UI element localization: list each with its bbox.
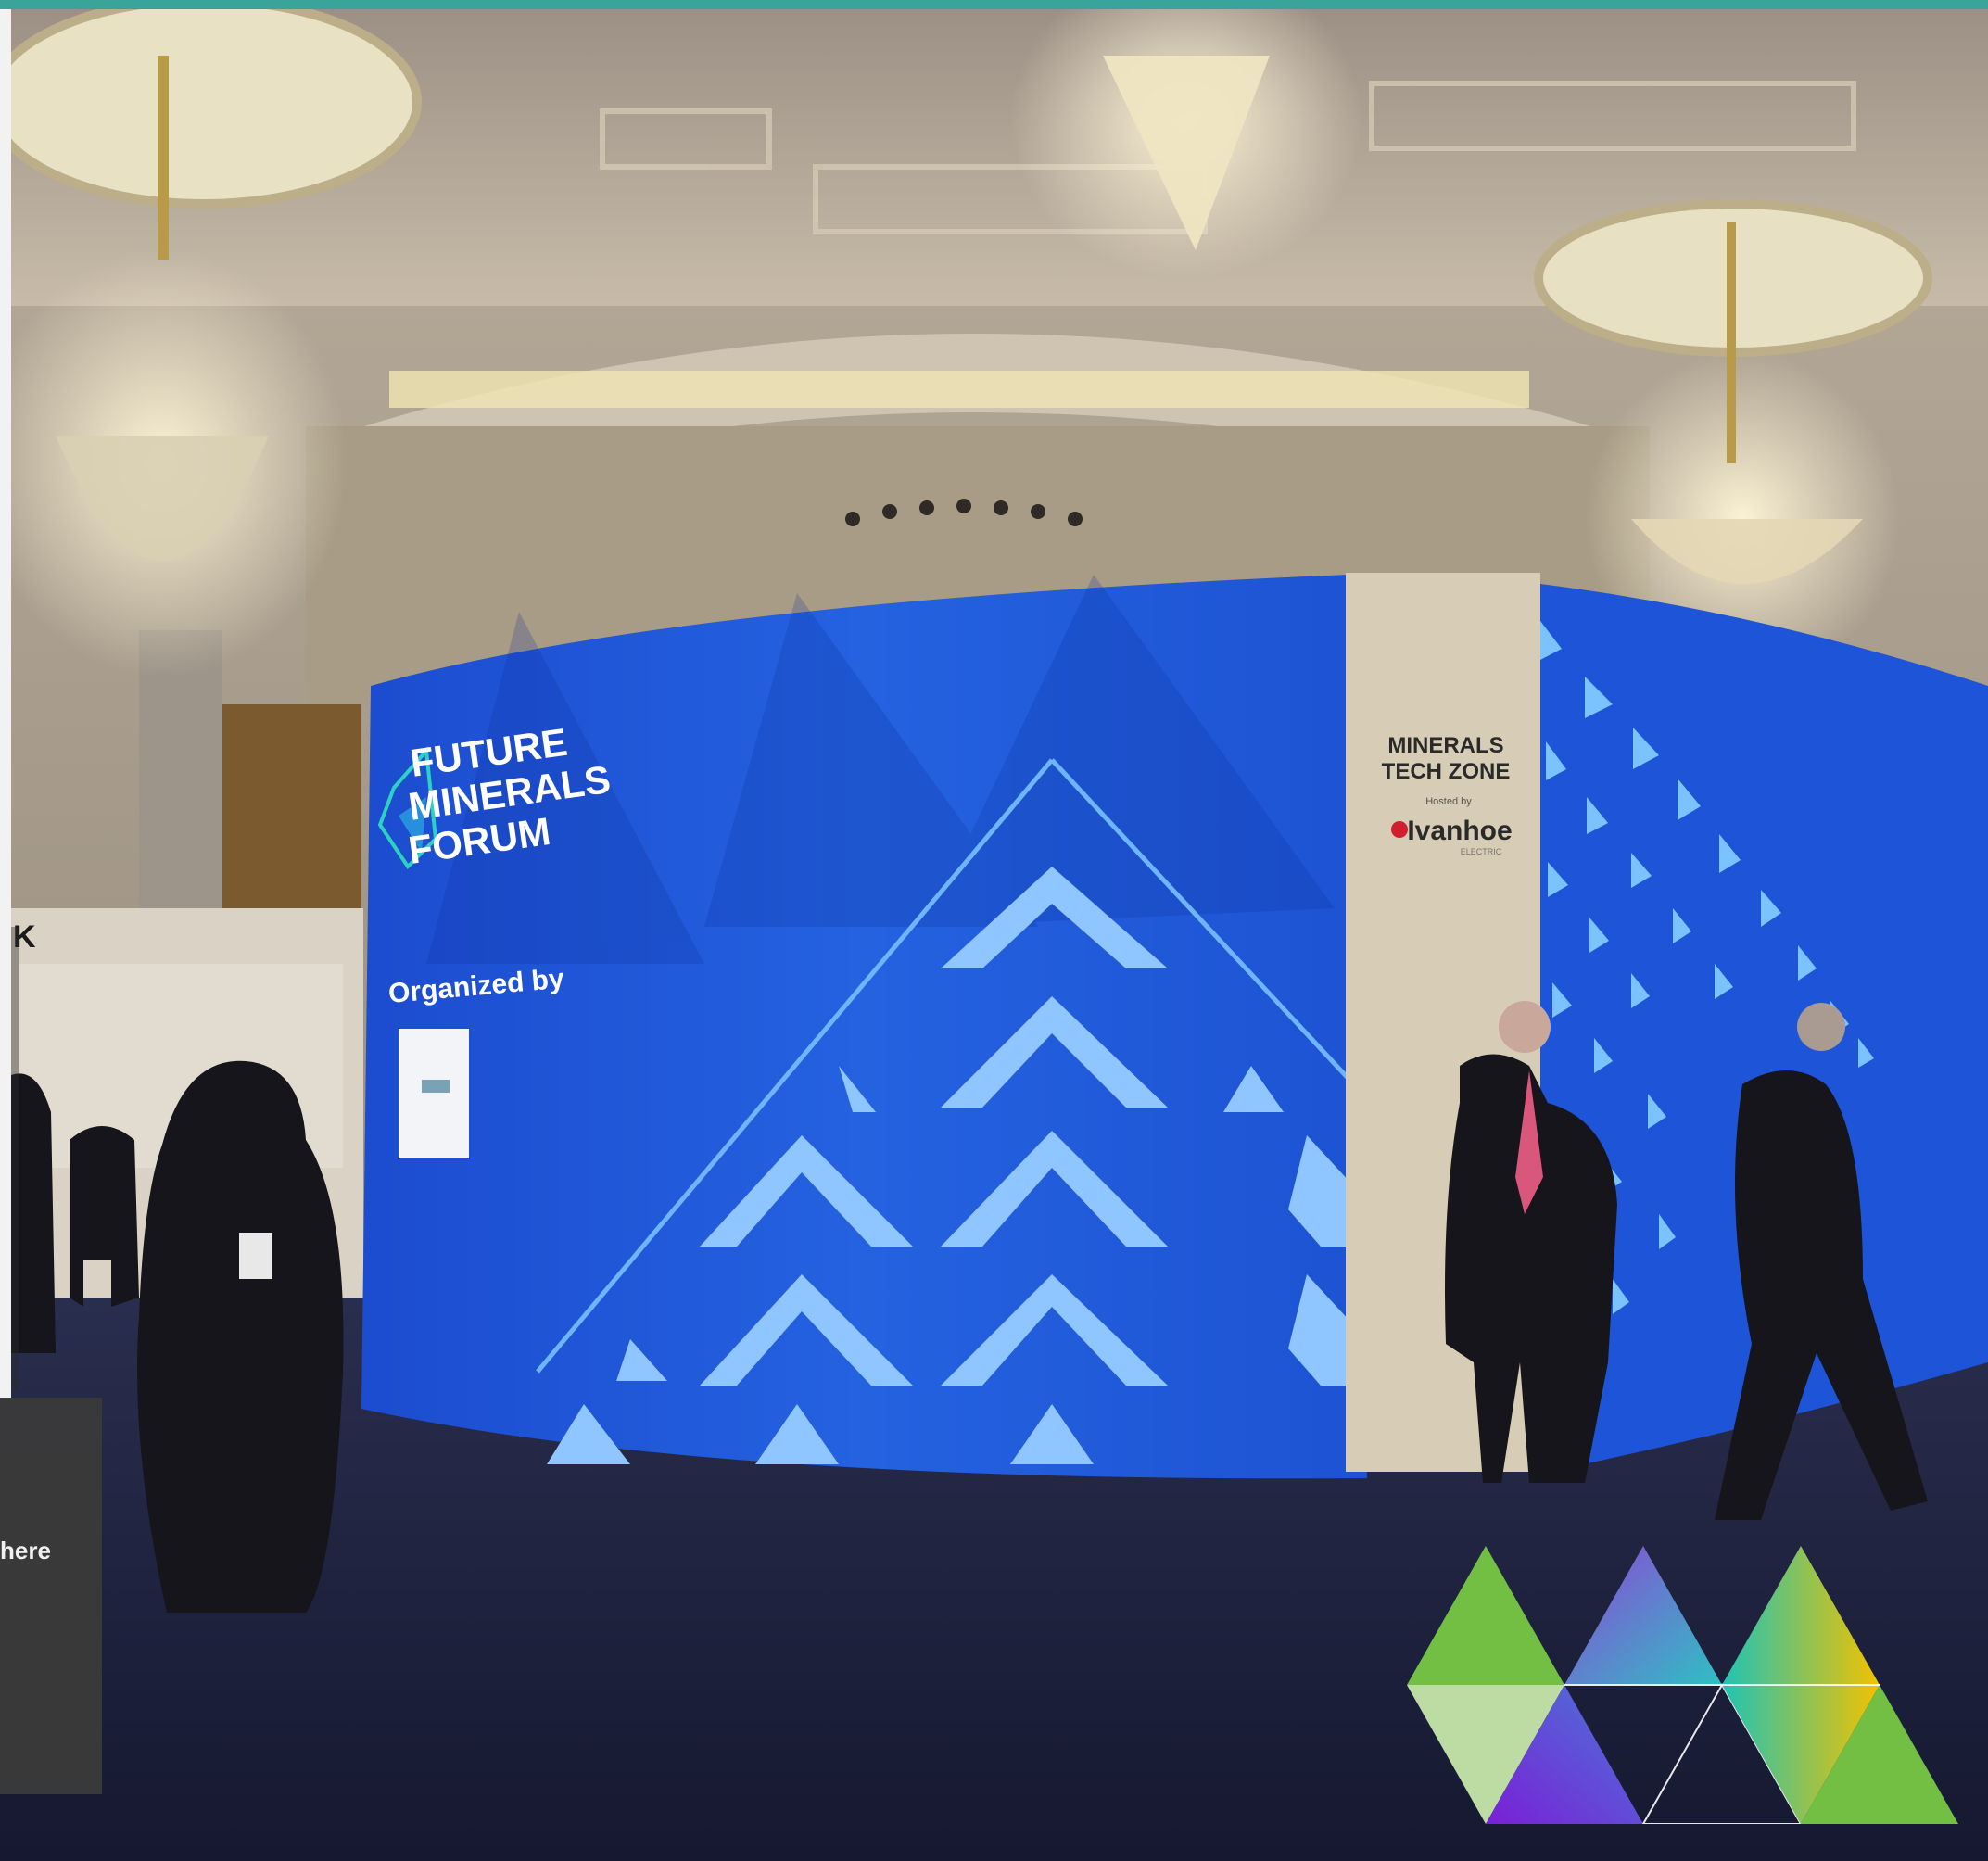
- overlay-card[interactable]: here: [0, 1398, 102, 1794]
- ceiling-dome-left: [0, 0, 422, 209]
- tech-zone-title-line2: TECH ZONE: [1382, 759, 1511, 784]
- top-accent-strip: [0, 0, 1988, 9]
- sponsor-sub: ELECTRIC: [1461, 847, 1502, 856]
- sponsor-name: Ivanhoe: [1407, 816, 1512, 846]
- overlay-card-text: here: [0, 1537, 51, 1564]
- triangle-mosaic-logo-icon: [1407, 1546, 1958, 1824]
- tech-zone-title-line1: MINERALS: [1387, 733, 1503, 758]
- sponsor-mark-icon: [1391, 821, 1408, 838]
- organizer-logo: [399, 1029, 469, 1158]
- hosted-by-label: Hosted by: [1425, 796, 1472, 807]
- left-panel-edge: [0, 9, 11, 1399]
